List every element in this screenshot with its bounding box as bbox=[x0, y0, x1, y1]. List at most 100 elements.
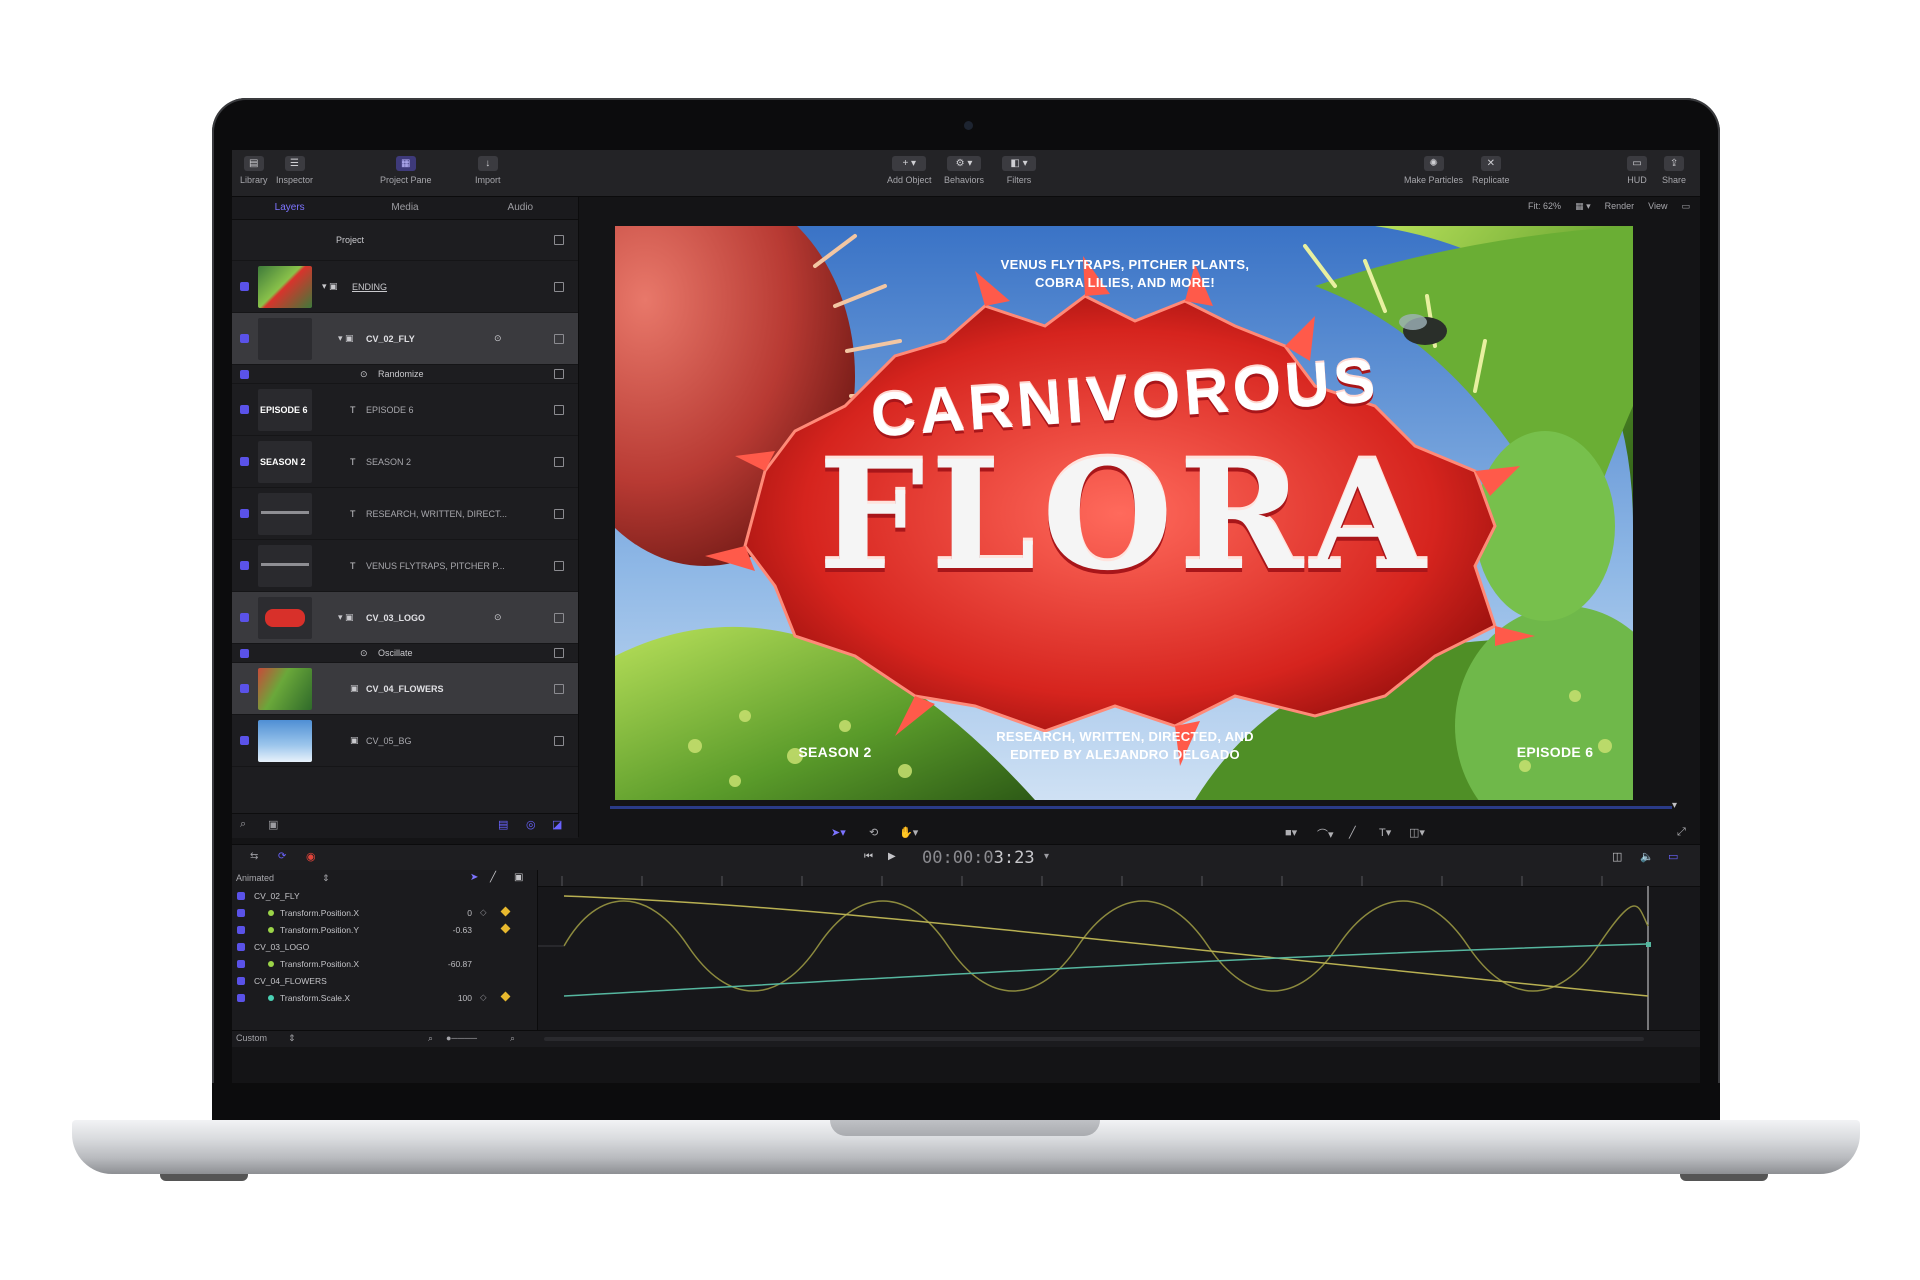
import-button[interactable]: ↓ Import bbox=[475, 156, 501, 185]
keyframe-checkbox[interactable] bbox=[237, 909, 245, 917]
search-icon[interactable]: ⌕ bbox=[240, 818, 246, 831]
layer-checkbox[interactable] bbox=[240, 613, 249, 622]
add-object-button[interactable]: + ▾ Add Object bbox=[887, 156, 932, 185]
layer-row-cv-03-logo[interactable]: ▾ ▣ CV_03_LOGO ⊙ bbox=[232, 592, 578, 644]
previous-frame-icon[interactable]: ⏮ bbox=[864, 851, 873, 862]
timecode-display[interactable]: 00:00:03:23 bbox=[922, 848, 1035, 868]
replicate-button[interactable]: ✕ Replicate bbox=[1472, 156, 1510, 185]
layer-row-episode[interactable]: EPISODE 6 T EPISODE 6 bbox=[232, 384, 578, 436]
timeline-toggle-icon[interactable]: ◫ bbox=[1612, 850, 1622, 863]
layer-checkbox[interactable] bbox=[240, 405, 249, 414]
keyframe-param-row[interactable]: Transform.Position.X -60.87 bbox=[232, 956, 537, 973]
select-tool-icon[interactable]: ➤▾ bbox=[831, 826, 846, 839]
layer-row-cv-02-fly[interactable]: ▾ ▣ CV_02_FLY ⊙ bbox=[232, 313, 578, 365]
mask-tool-icon[interactable]: ◫▾ bbox=[1409, 826, 1425, 839]
lock-icon[interactable] bbox=[554, 648, 564, 658]
timeline-ruler[interactable] bbox=[538, 870, 1700, 887]
graph-scrollbar[interactable] bbox=[544, 1037, 1644, 1041]
fit-zoom-menu[interactable]: Fit: 62% bbox=[1528, 201, 1561, 212]
layer-checkbox[interactable] bbox=[240, 736, 249, 745]
disclosure-icon[interactable]: ▾ ▣ bbox=[338, 333, 354, 344]
zoom-out-icon[interactable]: ⌕ bbox=[428, 1033, 433, 1044]
hud-button[interactable]: ▭ HUD bbox=[1627, 156, 1647, 185]
record-icon[interactable]: ◉ bbox=[306, 850, 316, 863]
keyframe-checkbox[interactable] bbox=[237, 960, 245, 968]
layer-checkbox[interactable] bbox=[240, 649, 249, 658]
keyframe-param-row[interactable]: Transform.Position.Y -0.63 bbox=[232, 922, 537, 939]
layer-checkbox[interactable] bbox=[240, 509, 249, 518]
layer-checkbox[interactable] bbox=[240, 282, 249, 291]
lock-icon[interactable] bbox=[554, 736, 564, 746]
keyframe-group-row[interactable]: CV_02_FLY bbox=[232, 888, 537, 905]
disclosure-icon[interactable]: ▾ ▣ bbox=[322, 281, 338, 292]
inspector-button[interactable]: ☰ Inspector bbox=[276, 156, 313, 185]
add-keyframe-icon[interactable] bbox=[501, 907, 511, 917]
keyframe-menu-icon[interactable]: ◇ bbox=[480, 907, 487, 918]
draw-curve-icon[interactable]: ╱ bbox=[490, 872, 496, 883]
layer-row-ending[interactable]: ▾ ▣ ENDING bbox=[232, 261, 578, 313]
keyframe-checkbox[interactable] bbox=[237, 926, 245, 934]
timing-icon[interactable]: ⇆ bbox=[250, 851, 258, 862]
curve-set-menu[interactable]: Animated bbox=[236, 873, 274, 883]
text-tool-icon[interactable]: T▾ bbox=[1379, 826, 1391, 839]
mini-timeline[interactable] bbox=[610, 806, 1672, 809]
behavior-row-randomize[interactable]: ⊙ Randomize bbox=[232, 365, 578, 384]
view-layout-icon[interactable]: ▭ bbox=[1681, 201, 1690, 212]
mask-icon[interactable]: ◪ bbox=[552, 818, 562, 831]
disclosure-icon[interactable]: ▾ ▣ bbox=[338, 612, 354, 623]
select-keyframe-icon[interactable]: ➤ bbox=[470, 872, 478, 883]
keyframe-checkbox[interactable] bbox=[237, 977, 245, 985]
keyframe-checkbox[interactable] bbox=[237, 994, 245, 1002]
keyframe-group-row[interactable]: CV_03_LOGO bbox=[232, 939, 537, 956]
add-keyframe-icon[interactable] bbox=[501, 924, 511, 934]
filters-button[interactable]: ◧ ▾ Filters bbox=[1002, 156, 1036, 185]
anchor-tool-icon[interactable]: ⟲ bbox=[869, 826, 878, 839]
project-pane-button[interactable]: ▦ Project Pane bbox=[380, 156, 432, 185]
layer-checkbox[interactable] bbox=[240, 457, 249, 466]
library-button[interactable]: ▤ Library bbox=[240, 156, 268, 185]
zoom-slider[interactable]: ●──── bbox=[446, 1033, 477, 1043]
keyframe-checkbox[interactable] bbox=[237, 943, 245, 951]
layer-checkbox[interactable] bbox=[240, 684, 249, 693]
paint-tool-icon[interactable]: ╱ bbox=[1349, 826, 1356, 839]
keyframe-checkbox[interactable] bbox=[237, 892, 245, 900]
view-menu[interactable]: View bbox=[1648, 201, 1667, 212]
shape-tool-icon[interactable]: ■▾ bbox=[1285, 826, 1297, 839]
tab-layers[interactable]: Layers bbox=[232, 197, 347, 219]
loop-icon[interactable]: ⟳ bbox=[278, 851, 286, 862]
keyframe-value[interactable]: 100 bbox=[432, 993, 472, 1003]
lock-icon[interactable] bbox=[554, 684, 564, 694]
box-select-icon[interactable]: ▣ bbox=[514, 872, 523, 883]
fullscreen-icon[interactable]: ⤢ bbox=[1677, 826, 1686, 839]
pan-tool-icon[interactable]: ✋▾ bbox=[899, 826, 918, 839]
layer-row-cv-05-bg[interactable]: ▣ CV_05_BG bbox=[232, 715, 578, 767]
render-menu[interactable]: Render bbox=[1605, 201, 1635, 212]
curve-view-menu[interactable]: Custom bbox=[236, 1033, 267, 1043]
keyframe-group-row[interactable]: CV_04_FLOWERS bbox=[232, 973, 537, 990]
behaviors-button[interactable]: ⚙ ▾ Behaviors bbox=[944, 156, 984, 185]
zoom-in-icon[interactable]: ⌕ bbox=[510, 1033, 515, 1044]
lock-icon[interactable] bbox=[554, 613, 564, 623]
layer-row-cv-04-flowers[interactable]: ▣ CV_04_FLOWERS bbox=[232, 663, 578, 715]
add-keyframe-icon[interactable] bbox=[501, 992, 511, 1002]
lock-icon[interactable] bbox=[554, 561, 564, 571]
behavior-row-oscillate[interactable]: ⊙ Oscillate bbox=[232, 644, 578, 663]
keyframe-editor-icon[interactable]: ▭ bbox=[1668, 850, 1678, 863]
keyframe-value[interactable]: 0 bbox=[432, 908, 472, 918]
lock-icon[interactable] bbox=[554, 282, 564, 292]
layer-checkbox[interactable] bbox=[240, 561, 249, 570]
lock-icon[interactable] bbox=[554, 457, 564, 467]
keyframe-menu-icon[interactable]: ◇ bbox=[480, 992, 487, 1003]
audio-icon[interactable]: 🔈 bbox=[1640, 850, 1654, 863]
color-channel-menu[interactable]: ▦ ▾ bbox=[1575, 201, 1591, 212]
make-particles-button[interactable]: ✺ Make Particles bbox=[1404, 156, 1463, 185]
tab-audio[interactable]: Audio bbox=[463, 197, 578, 219]
play-icon[interactable]: ▶ bbox=[888, 851, 896, 862]
layer-row-venus[interactable]: T VENUS FLYTRAPS, PITCHER P... bbox=[232, 540, 578, 592]
add-group-icon[interactable]: ▤ bbox=[498, 818, 508, 831]
bezier-tool-icon[interactable]: ⌒▾ bbox=[1317, 826, 1334, 842]
lock-icon[interactable] bbox=[554, 509, 564, 519]
keyframe-param-row[interactable]: Transform.Position.X 0 ◇ bbox=[232, 905, 537, 922]
lock-icon[interactable] bbox=[554, 405, 564, 415]
layer-row-project[interactable]: Project bbox=[232, 220, 578, 261]
